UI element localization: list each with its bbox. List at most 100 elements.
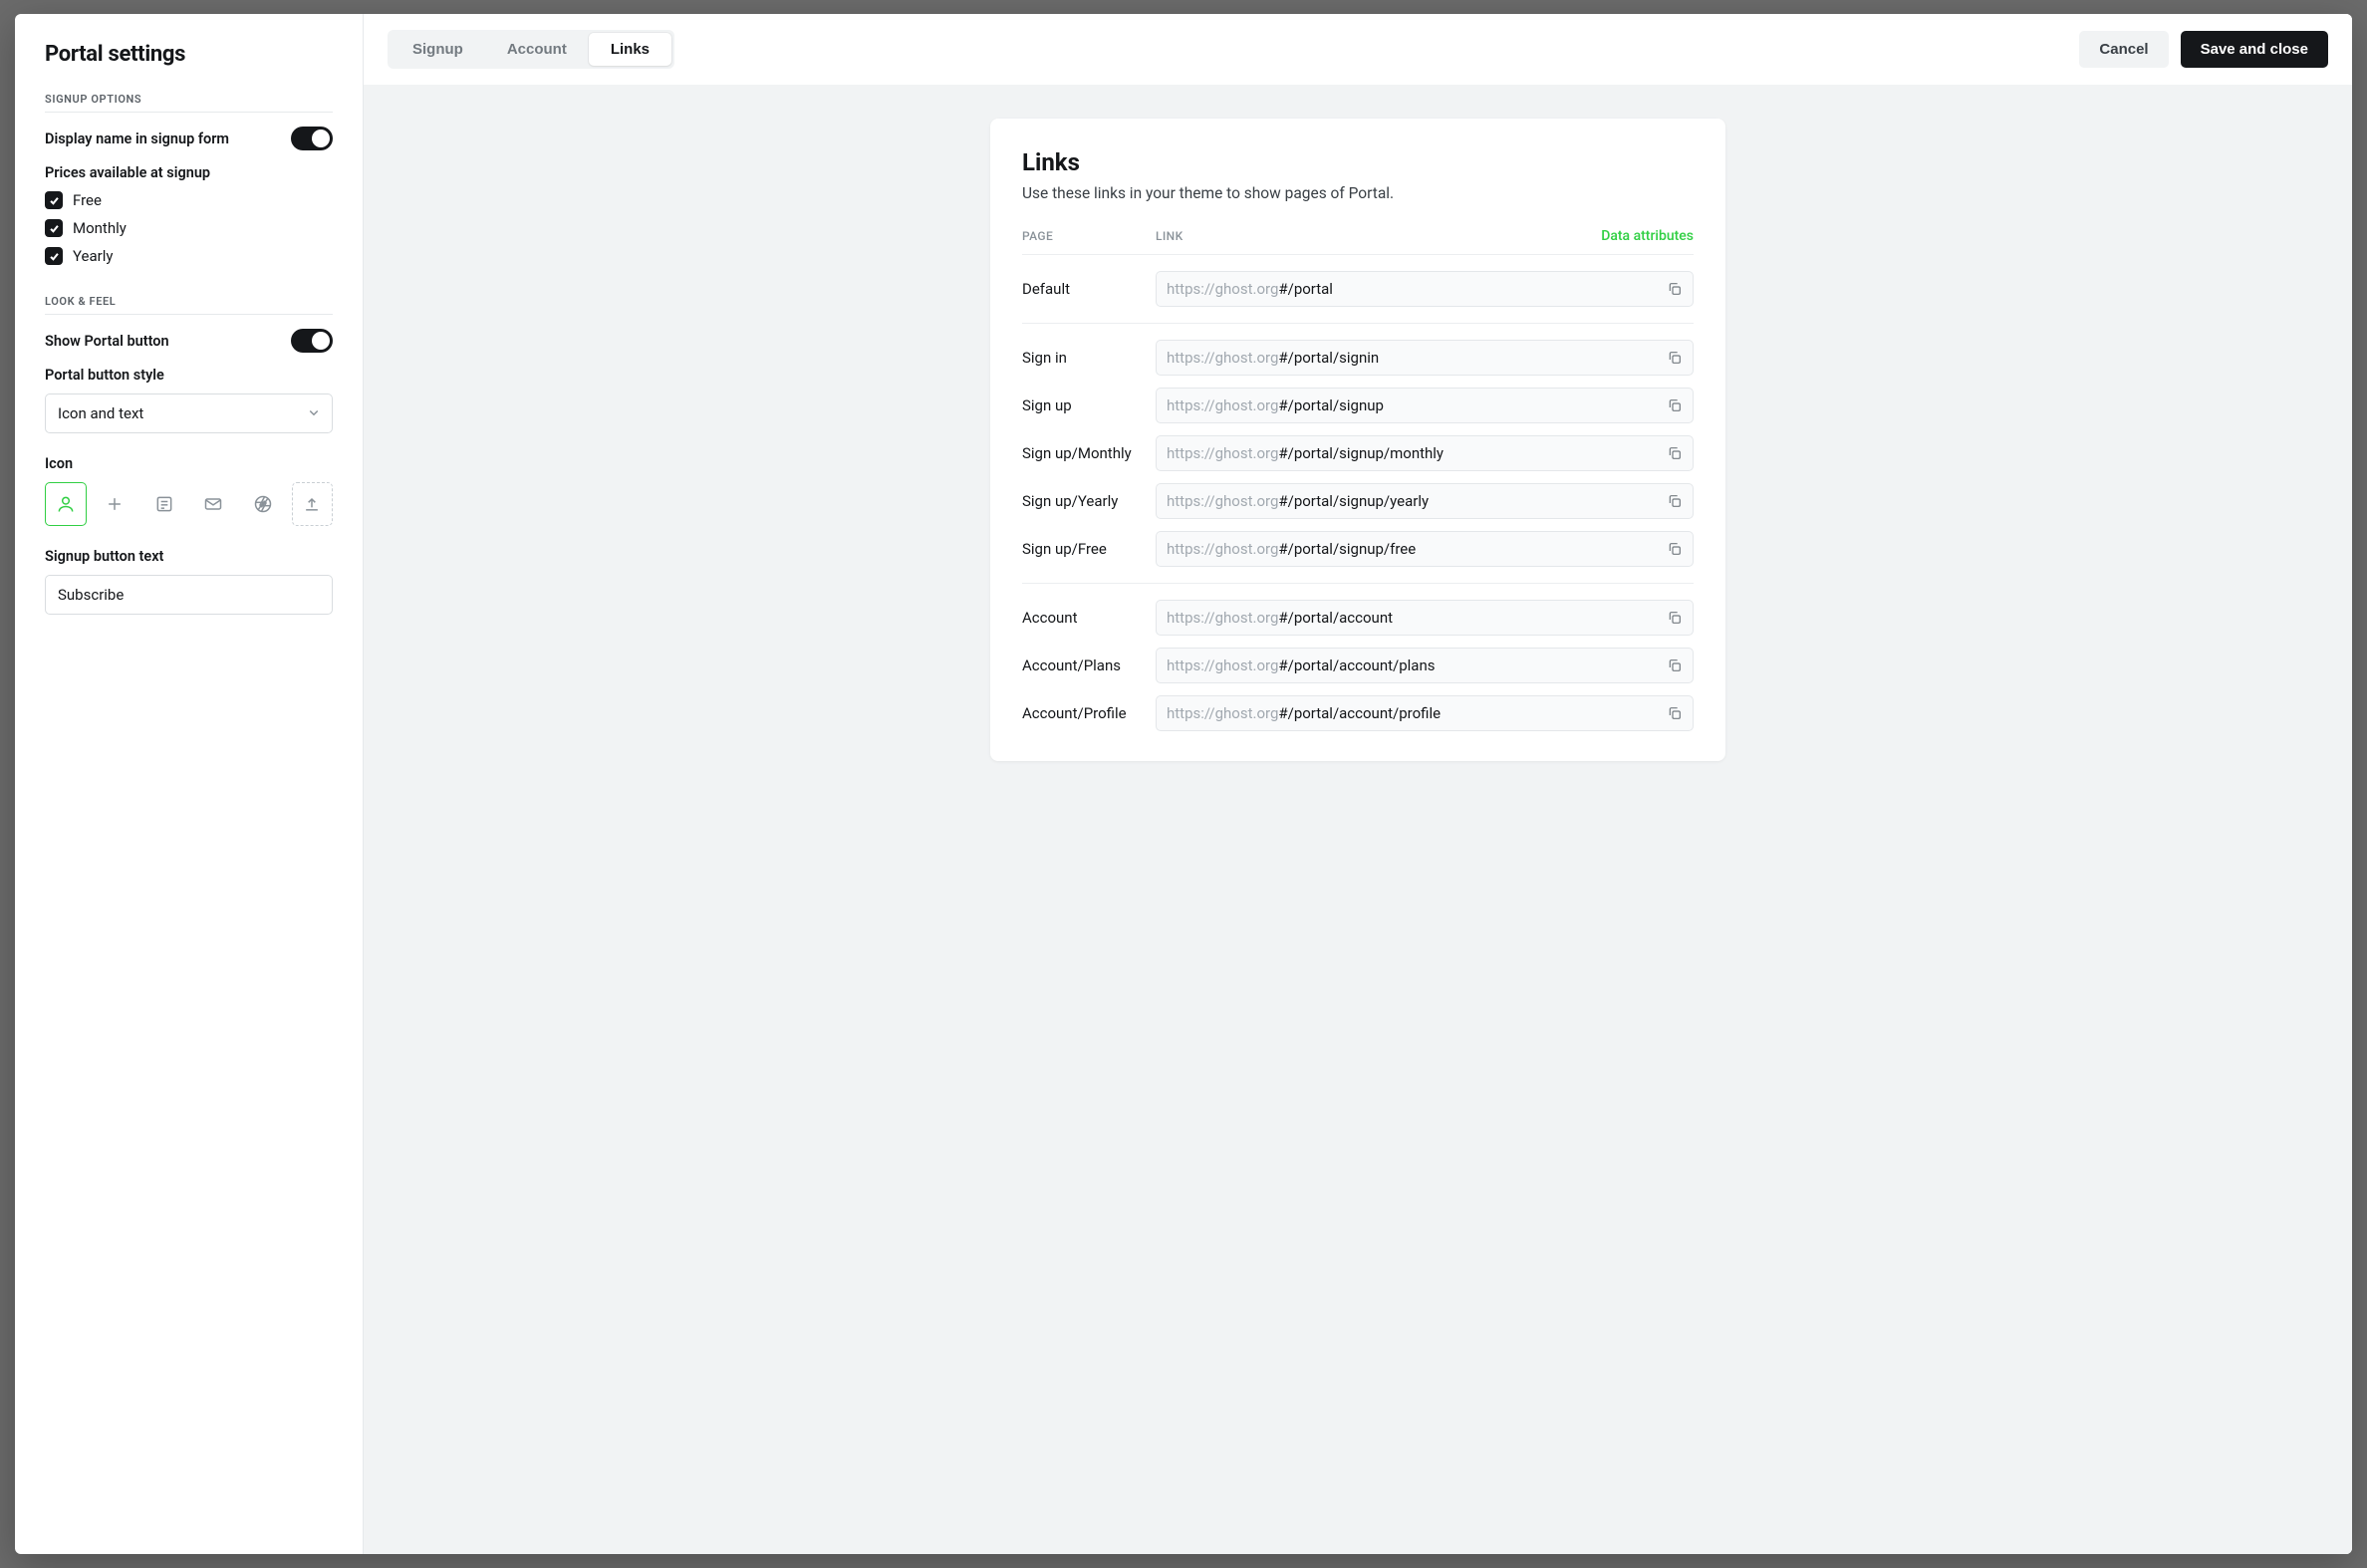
link-url-field[interactable]: https://ghost.org#/portal/account [1156,600,1694,636]
look-feel-heading: Look & feel [45,295,333,315]
icon-option-mail[interactable] [193,482,235,526]
price-option-yearly[interactable]: Yearly [45,247,333,265]
link-url-field[interactable]: https://ghost.org#/portal/account/profil… [1156,695,1694,731]
display-name-label: Display name in signup form [45,131,229,147]
link-page-label: Sign up/Monthly [1022,444,1156,462]
link-url-text: https://ghost.org#/portal/account/profil… [1167,704,1441,722]
tab-links[interactable]: Links [589,33,671,66]
checkbox-checked-icon [45,191,63,209]
icon-label: Icon [45,455,333,472]
link-page-label: Sign in [1022,349,1156,367]
prices-checklist: Free Monthly Yearly [45,191,333,265]
tab-group: Signup Account Links [388,30,674,69]
link-url-text: https://ghost.org#/portal/signin [1167,349,1379,367]
icon-option-news[interactable] [143,482,185,526]
link-url-field[interactable]: https://ghost.org#/portal/signup/yearly [1156,483,1694,519]
copy-icon[interactable] [1667,445,1683,461]
button-style-label: Portal button style [45,367,333,384]
link-url-text: https://ghost.org#/portal/signup/yearly [1167,492,1429,510]
links-table-header: Page Link Data attributes [1022,228,1694,254]
chevron-down-icon [308,404,320,422]
link-url-field[interactable]: https://ghost.org#/portal/signin [1156,340,1694,376]
links-subtitle: Use these links in your theme to show pa… [1022,184,1694,202]
copy-icon[interactable] [1667,493,1683,509]
topbar-actions: Cancel Save and close [2079,31,2328,68]
link-row: Sign in https://ghost.org#/portal/signin [1022,340,1694,376]
button-style-select[interactable]: Icon and text [45,393,333,433]
link-page-label: Account/Plans [1022,656,1156,674]
copy-icon[interactable] [1667,281,1683,297]
link-url-field[interactable]: https://ghost.org#/portal/signup [1156,388,1694,423]
display-name-row: Display name in signup form [45,127,333,150]
settings-sidebar: Portal settings Signup options Display n… [15,14,364,1554]
price-option-monthly[interactable]: Monthly [45,219,333,237]
link-url-field[interactable]: https://ghost.org#/portal/signup/monthly [1156,435,1694,471]
signup-options-heading: Signup options [45,93,333,113]
link-url-field[interactable]: https://ghost.org#/portal [1156,271,1694,307]
link-page-label: Account/Profile [1022,704,1156,722]
price-option-label: Monthly [73,219,127,237]
data-attributes-link[interactable]: Data attributes [1601,228,1694,244]
links-card: Links Use these links in your theme to s… [990,119,1725,761]
link-page-label: Account [1022,609,1156,627]
signup-text-label: Signup button text [45,548,333,565]
show-portal-button-label: Show Portal button [45,333,169,350]
icon-option-user[interactable] [45,482,87,526]
copy-icon[interactable] [1667,541,1683,557]
button-style-value: Icon and text [58,404,143,422]
link-page-label: Default [1022,280,1156,298]
icon-option-aperture[interactable] [242,482,284,526]
link-row: Default https://ghost.org#/portal [1022,271,1694,307]
copy-icon[interactable] [1667,657,1683,673]
link-row: Account/Profile https://ghost.org#/portal… [1022,695,1694,731]
link-row: Account/Plans https://ghost.org#/portal/a… [1022,648,1694,683]
link-url-text: https://ghost.org#/portal [1167,280,1333,298]
link-group: Default https://ghost.org#/portal [1022,254,1694,323]
preview-area: Links Use these links in your theme to s… [364,85,2352,1554]
copy-icon[interactable] [1667,350,1683,366]
prices-label: Prices available at signup [45,164,333,181]
link-page-label: Sign up/Free [1022,540,1156,558]
link-url-text: https://ghost.org#/portal/signup/monthly [1167,444,1444,462]
checkbox-checked-icon [45,247,63,265]
link-url-text: https://ghost.org#/portal/account [1167,609,1393,627]
link-row: Sign up/Monthly https://ghost.org#/portal… [1022,435,1694,471]
show-portal-button-toggle[interactable] [291,329,333,353]
signup-button-text-input[interactable] [45,575,333,615]
checkbox-checked-icon [45,219,63,237]
link-url-text: https://ghost.org#/portal/signup/free [1167,540,1416,558]
link-group: Sign inhttps://ghost.org#/portal/signinS… [1022,323,1694,583]
link-row: Sign up/Free https://ghost.org#/portal/si… [1022,531,1694,567]
tab-signup[interactable]: Signup [391,33,485,66]
price-option-free[interactable]: Free [45,191,333,209]
icon-option-plus[interactable] [95,482,136,526]
price-option-label: Yearly [73,247,113,265]
link-url-text: https://ghost.org#/portal/account/plans [1167,656,1435,674]
link-row: Account https://ghost.org#/portal/account [1022,600,1694,636]
link-page-label: Sign up [1022,396,1156,414]
copy-icon[interactable] [1667,610,1683,626]
links-title: Links [1022,148,1694,176]
link-group: Account https://ghost.org#/portal/account… [1022,583,1694,747]
copy-icon[interactable] [1667,705,1683,721]
portal-settings-modal: Portal settings Signup options Display n… [15,14,2352,1554]
main-pane: Signup Account Links Cancel Save and clo… [364,14,2352,1554]
tab-account[interactable]: Account [485,33,589,66]
link-url-text: https://ghost.org#/portal/signup [1167,396,1384,414]
link-row: Sign up https://ghost.org#/portal/signup [1022,388,1694,423]
icon-picker [45,482,333,526]
display-name-toggle[interactable] [291,127,333,150]
link-url-field[interactable]: https://ghost.org#/portal/account/plans [1156,648,1694,683]
col-link-header: Link [1156,229,1601,243]
col-page-header: Page [1022,229,1156,243]
link-page-label: Sign up/Yearly [1022,492,1156,510]
save-button[interactable]: Save and close [2181,31,2328,68]
show-portal-button-row: Show Portal button [45,329,333,353]
topbar: Signup Account Links Cancel Save and clo… [364,14,2352,85]
copy-icon[interactable] [1667,397,1683,413]
cancel-button[interactable]: Cancel [2079,31,2168,68]
link-row: Sign up/Yearly https://ghost.org#/portal/… [1022,483,1694,519]
icon-option-upload[interactable] [292,482,334,526]
link-url-field[interactable]: https://ghost.org#/portal/signup/free [1156,531,1694,567]
sidebar-title: Portal settings [45,42,333,67]
